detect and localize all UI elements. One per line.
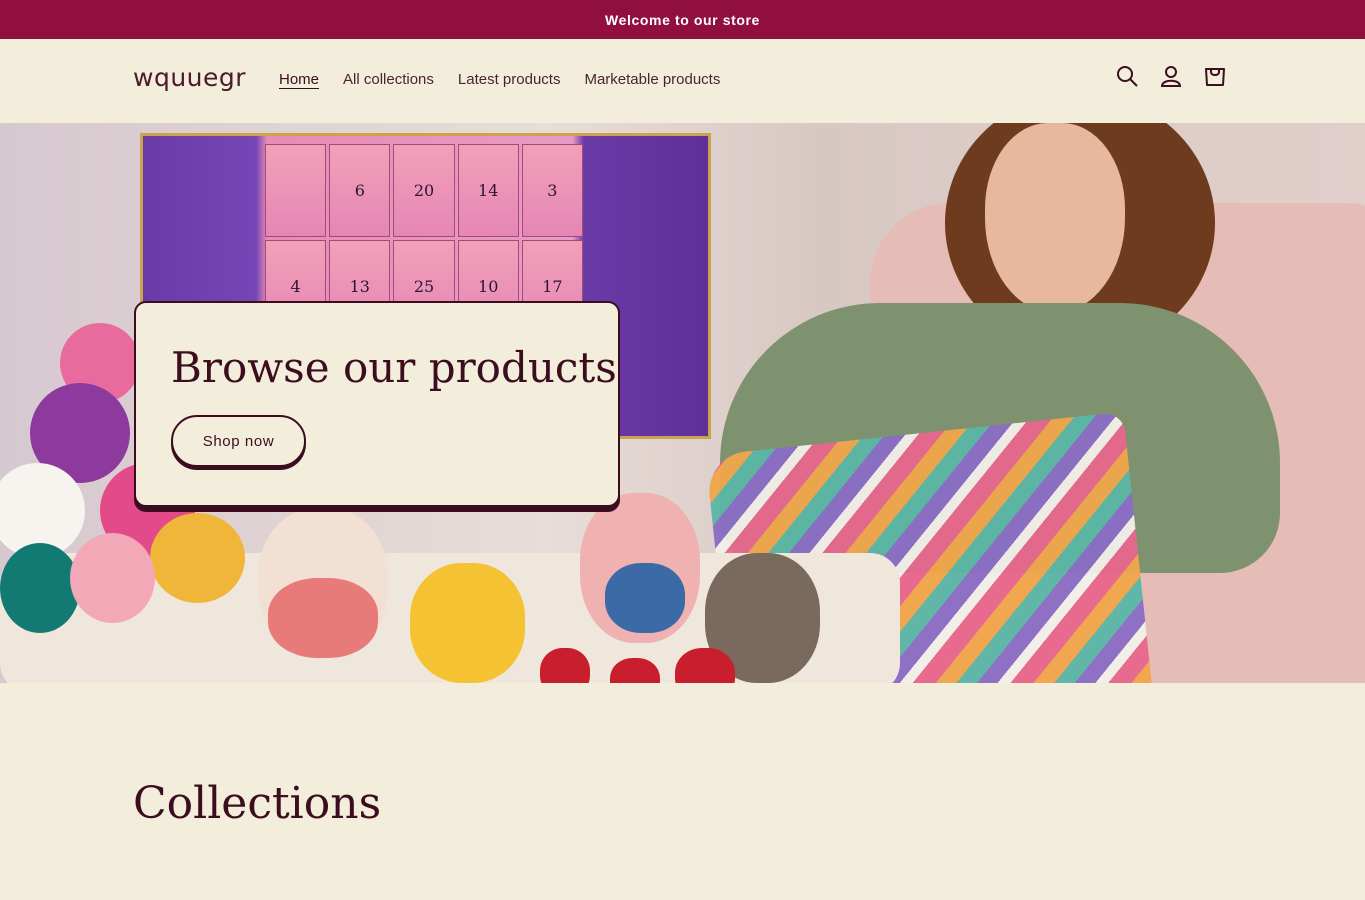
announcement-text: Welcome to our store — [605, 11, 760, 28]
search-icon[interactable] — [1114, 63, 1140, 89]
strawberry-toy — [540, 648, 590, 683]
person-face — [985, 123, 1125, 313]
shop-now-button[interactable]: Shop now — [171, 415, 306, 467]
hero-banner: 6201434132510171611218 Browse our produc… — [0, 123, 1365, 683]
account-icon[interactable] — [1158, 63, 1184, 89]
yarn-ball — [150, 513, 245, 603]
yarn-ball — [70, 533, 155, 623]
bunny-dress — [268, 578, 378, 658]
calendar-door — [265, 144, 327, 237]
calendar-door: 20 — [393, 144, 455, 237]
calendar-door: 3 — [521, 144, 583, 237]
hero-content-card: Browse our products Shop now — [134, 301, 620, 507]
collections-heading: Collections — [133, 778, 382, 829]
cart-icon[interactable] — [1202, 63, 1228, 89]
nav-marketable-products[interactable]: Marketable products — [584, 71, 720, 88]
nav-all-collections[interactable]: All collections — [343, 71, 434, 88]
pig-overalls — [605, 563, 685, 633]
calendar-door: 6 — [329, 144, 391, 237]
site-header: wquuegr Home All collections Latest prod… — [0, 39, 1365, 123]
store-logo[interactable]: wquuegr — [133, 63, 246, 92]
nav-latest-products[interactable]: Latest products — [458, 71, 561, 88]
hero-title: Browse our products — [171, 343, 617, 392]
nav-home[interactable]: Home — [279, 71, 319, 88]
main-nav: Home All collections Latest products Mar… — [279, 71, 720, 88]
calendar-door: 14 — [457, 144, 519, 237]
announcement-bar: Welcome to our store — [0, 0, 1365, 39]
duck-toy — [410, 563, 525, 683]
yarn-ball — [0, 543, 80, 633]
